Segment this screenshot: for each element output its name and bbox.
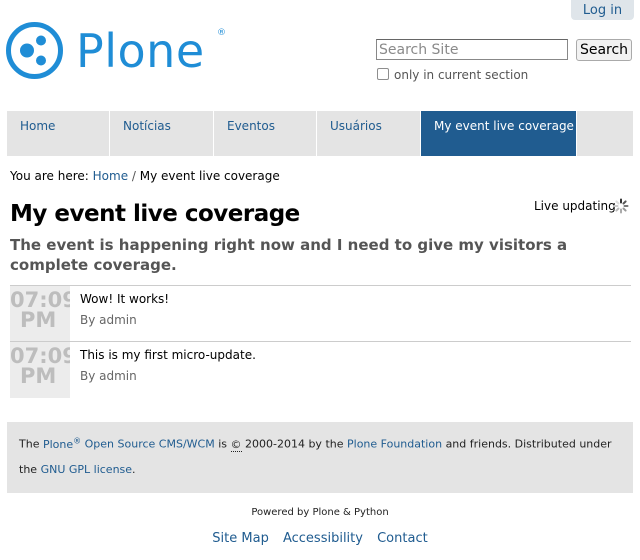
update-ampm: PM	[20, 308, 57, 332]
breadcrumb-prefix: You are here:	[10, 169, 89, 183]
footer-text: and friends. Distributed under	[445, 437, 612, 451]
global-nav: Home Notícias Eventos Usuários My event …	[7, 111, 633, 156]
nav-item-noticias[interactable]: Notícias	[110, 111, 214, 156]
update-time-badge: 07:09 PM	[10, 286, 70, 342]
login-link[interactable]: Log in	[571, 0, 634, 20]
nav-item-eventos[interactable]: Eventos	[214, 111, 317, 156]
update-item: 07:09 PM This is my first micro-update. …	[10, 342, 631, 398]
update-byline: By admin	[80, 369, 137, 383]
logo-wordmark: Plone	[76, 24, 205, 78]
only-current-section-checkbox[interactable]	[377, 68, 389, 80]
logo-registered-mark: ®	[217, 28, 226, 38]
footer-text: the	[19, 463, 38, 476]
site-footer: The Plone® Open Source CMS/WCM is © 2000…	[7, 422, 633, 493]
footer-cms-link[interactable]: Open Source CMS/WCM	[85, 438, 215, 451]
footer-text: The	[19, 437, 40, 451]
update-item: 07:09 PM Wow! It works! By admin	[10, 286, 631, 342]
page-title: My event live coverage	[10, 201, 300, 227]
breadcrumb-current: My event live coverage	[139, 169, 280, 183]
footer-plone-link[interactable]: Plone®	[43, 436, 81, 451]
nav-item-home[interactable]: Home	[7, 111, 110, 156]
site-actions: Site Map Accessibility Contact	[0, 531, 640, 546]
live-updating-label: Live updating	[534, 199, 616, 213]
update-text: This is my first micro-update.	[80, 348, 256, 362]
footer-text: 2000-2014 by the	[245, 437, 344, 451]
footer-gpl-link[interactable]: GNU GPL license	[41, 463, 132, 476]
site-map-link[interactable]: Site Map	[212, 531, 269, 546]
contact-link[interactable]: Contact	[377, 531, 428, 546]
search-button[interactable]: Search	[576, 39, 632, 61]
powered-by-text: Powered by Plone & Python	[251, 507, 389, 518]
only-current-section-label: only in current section	[394, 68, 529, 82]
update-byline: By admin	[80, 313, 137, 327]
nav-item-my-event-live-coverage[interactable]: My event live coverage	[421, 111, 577, 156]
page-description: The event is happening right now and I n…	[10, 236, 568, 274]
loading-spinner-icon	[613, 198, 629, 214]
breadcrumb-home-link[interactable]: Home	[93, 169, 128, 183]
breadcrumb: You are here: Home / My event live cover…	[10, 169, 280, 183]
footer-text: .	[132, 463, 136, 476]
footer-foundation-link[interactable]: Plone Foundation	[347, 438, 442, 451]
plone-logo-icon	[6, 22, 63, 79]
update-ampm: PM	[20, 364, 57, 388]
search-input[interactable]: Search Site	[376, 39, 568, 60]
plone-logo[interactable]: Plone ®	[6, 22, 236, 82]
copyright-symbol: ©	[230, 437, 242, 452]
nav-item-usuarios[interactable]: Usuários	[317, 111, 421, 156]
footer-text: is	[218, 437, 227, 451]
accessibility-link[interactable]: Accessibility	[283, 531, 363, 546]
update-text: Wow! It works!	[80, 292, 170, 306]
update-time-badge: 07:09 PM	[10, 342, 70, 398]
footer-copyright-line: The Plone® Open Source CMS/WCM is © 2000…	[19, 436, 612, 452]
footer-license-line: the GNU GPL license.	[19, 463, 136, 476]
breadcrumb-separator: /	[131, 169, 136, 183]
